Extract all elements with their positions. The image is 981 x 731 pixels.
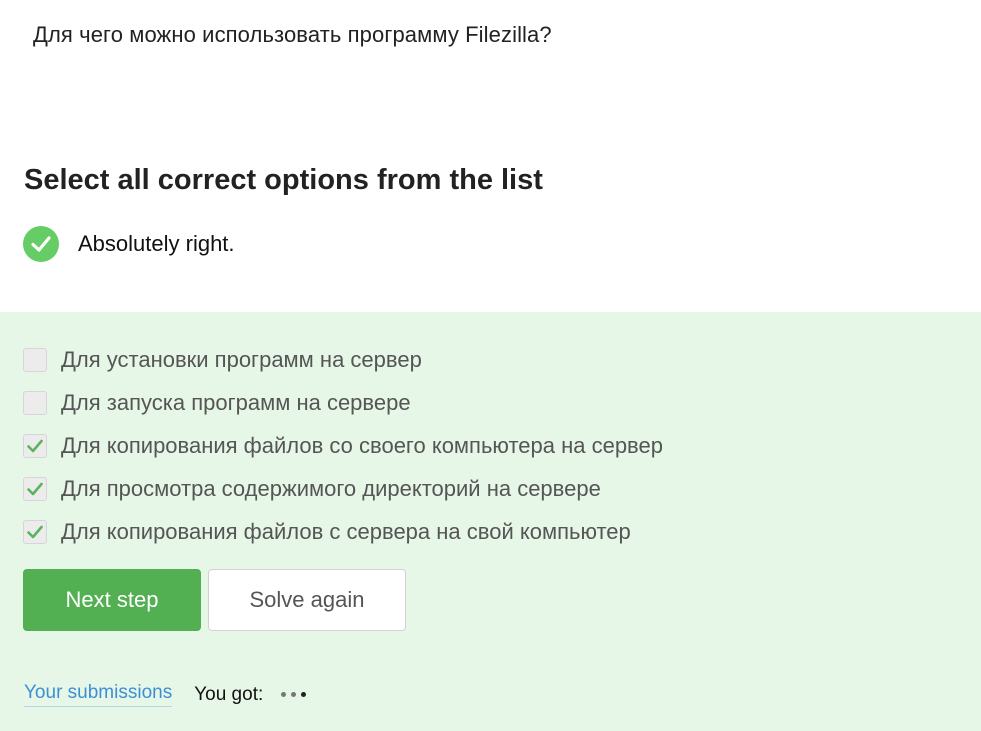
solve-again-button[interactable]: Solve again xyxy=(208,569,406,631)
instruction-heading: Select all correct options from the list xyxy=(24,164,543,196)
submission-footer: Your submissions You got: xyxy=(24,682,311,707)
option-item[interactable]: Для просмотра содержимого директорий на … xyxy=(23,467,663,510)
feedback-text: Absolutely right. xyxy=(78,231,235,256)
checkmark-icon xyxy=(27,482,43,495)
option-item[interactable]: Для запуска программ на сервере xyxy=(23,381,663,424)
option-label: Для просмотра содержимого директорий на … xyxy=(61,475,601,501)
option-item[interactable]: Для копирования файлов с сервера на свой… xyxy=(23,510,663,553)
checkmark-icon xyxy=(27,439,43,452)
option-item[interactable]: Для копирования файлов со своего компьют… xyxy=(23,424,663,467)
question-text: Для чего можно использовать программу Fi… xyxy=(33,22,552,47)
option-checkbox[interactable] xyxy=(23,390,47,415)
loading-dot xyxy=(291,692,297,697)
you-got-label: You got: xyxy=(194,683,264,705)
option-checkbox[interactable] xyxy=(23,476,47,501)
option-checkbox[interactable] xyxy=(23,347,47,372)
your-submissions-link[interactable]: Your submissions xyxy=(24,682,173,707)
loading-dot xyxy=(301,692,307,697)
answer-area: Для установки программ на сервер Для зап… xyxy=(0,312,981,731)
option-checkbox[interactable] xyxy=(23,433,47,458)
option-item[interactable]: Для установки программ на сервер xyxy=(23,338,663,381)
option-label: Для запуска программ на сервере xyxy=(61,389,411,415)
option-label: Для копирования файлов со своего компьют… xyxy=(61,432,663,458)
loading-dot xyxy=(281,692,287,697)
next-step-button[interactable]: Next step xyxy=(23,569,201,631)
feedback-banner: Absolutely right. xyxy=(23,226,235,262)
option-label: Для установки программ на сервер xyxy=(61,346,422,372)
checkmark-icon xyxy=(27,525,43,538)
check-circle-icon xyxy=(23,226,59,262)
option-checkbox[interactable] xyxy=(23,519,47,544)
loading-dots-icon xyxy=(281,692,311,697)
option-label: Для копирования файлов с сервера на свой… xyxy=(61,518,631,544)
options-list: Для установки программ на сервер Для зап… xyxy=(23,338,663,553)
